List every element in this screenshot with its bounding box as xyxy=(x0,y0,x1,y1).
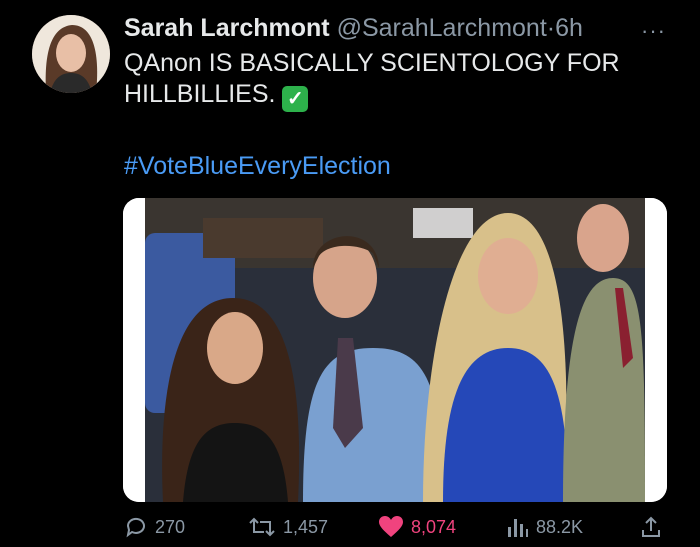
author-handle[interactable]: @SarahLarchmont xyxy=(337,14,547,42)
like-button[interactable]: 8,074 xyxy=(378,515,456,539)
tweet-photo[interactable] xyxy=(123,198,667,502)
retweet-icon xyxy=(248,515,276,539)
tweet-body: QAnon IS BASICALLY SCIENTOLOGY FOR HILLB… xyxy=(124,49,620,108)
check-icon: ✓ xyxy=(282,86,309,112)
views-count: 88.2K xyxy=(536,516,584,537)
author-name[interactable]: Sarah Larchmont xyxy=(124,14,330,42)
views-button[interactable]: 88.2K xyxy=(507,515,583,539)
more-icon[interactable]: ··· xyxy=(641,18,666,44)
reply-button[interactable]: 270 xyxy=(124,515,185,539)
tweet-header: Sarah Larchmont @SarahLarchmont·6h xyxy=(124,14,583,43)
reply-icon xyxy=(124,515,148,539)
reply-count: 270 xyxy=(155,516,186,537)
hashtag-link[interactable]: #VoteBlueEveryElection xyxy=(124,152,391,181)
views-icon xyxy=(507,515,529,539)
retweet-button[interactable]: 1,457 xyxy=(248,515,328,539)
avatar[interactable] xyxy=(32,15,110,93)
share-icon xyxy=(640,515,662,539)
heart-icon xyxy=(378,515,404,539)
action-bar: 270 1,457 8,074 88.2K xyxy=(0,505,700,547)
separator: · xyxy=(546,14,556,42)
share-button[interactable] xyxy=(640,515,662,539)
tweet-text: QAnon IS BASICALLY SCIENTOLOGY FOR HILLB… xyxy=(124,48,664,112)
like-count: 8,074 xyxy=(411,516,457,537)
retweet-count: 1,457 xyxy=(283,516,329,537)
timestamp[interactable]: 6h xyxy=(555,14,583,42)
